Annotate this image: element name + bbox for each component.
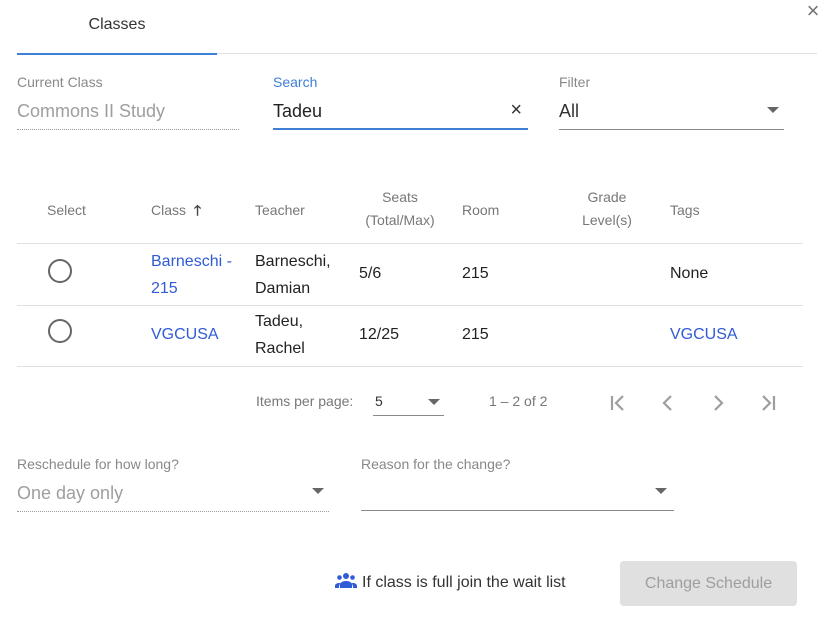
- chevron-down-icon: [312, 488, 324, 494]
- items-per-page-label: Items per page:: [256, 393, 354, 409]
- join-wait-list-label: If class is full join the wait list: [362, 573, 566, 591]
- current-class-label: Current Class: [17, 74, 103, 90]
- tags-cell: None: [670, 265, 709, 282]
- reschedule-duration-value: One day only: [17, 483, 124, 503]
- teacher-line2: Damian: [255, 280, 311, 297]
- search-underline: [273, 128, 528, 130]
- reason-underline: [361, 510, 674, 511]
- header-grade-line2: Level(s): [582, 212, 632, 228]
- filter-select[interactable]: Filter All: [559, 74, 784, 130]
- chevron-down-icon: [428, 399, 440, 405]
- select-radio[interactable]: [48, 259, 72, 283]
- chevron-down-icon: [655, 488, 667, 494]
- reason-label: Reason for the change?: [361, 456, 511, 472]
- table-row: VGCUSA Tadeu, Rachel 12/25 215 VGCUSA: [17, 306, 803, 367]
- teacher-line1: Tadeu,: [255, 313, 304, 330]
- header-class[interactable]: Class 🡑: [151, 200, 201, 220]
- search-field[interactable]: Search Tadeu ×: [273, 74, 528, 130]
- tab-active-indicator: [17, 53, 217, 55]
- search-input[interactable]: Tadeu: [273, 98, 528, 124]
- class-link[interactable]: VGCUSA: [151, 321, 219, 348]
- header-seats-line2: (Total/Max): [365, 212, 435, 228]
- current-class-field: Current Class Commons II Study: [17, 74, 239, 130]
- last-page-icon[interactable]: [753, 388, 783, 418]
- class-link-line2: 215: [151, 280, 178, 297]
- seats-cell: 5/6: [359, 265, 382, 282]
- tab-bar: Classes: [17, 0, 817, 55]
- header-grade: Grade Level(s): [575, 187, 639, 230]
- reason-value: [361, 480, 674, 506]
- header-seats: Seats (Total/Max): [359, 187, 441, 230]
- page-size-value: 5: [375, 393, 383, 409]
- teacher-cell: Barneschi, Damian: [255, 248, 331, 302]
- first-page-icon[interactable]: [603, 388, 633, 418]
- header-class-label: Class: [151, 202, 187, 218]
- reschedule-duration-label: Reschedule for how long?: [17, 456, 179, 472]
- tag-link[interactable]: VGCUSA: [670, 321, 738, 348]
- filter-label: Filter: [559, 74, 591, 90]
- reschedule-duration-underline: [17, 511, 329, 512]
- filter-value: All: [559, 101, 580, 121]
- class-link[interactable]: Barneschi - 215: [151, 248, 232, 302]
- teacher-cell: Tadeu, Rachel: [255, 308, 305, 362]
- class-link-line1: VGCUSA: [151, 326, 219, 343]
- header-tags: Tags: [670, 202, 700, 218]
- current-class-underline: [17, 129, 239, 130]
- class-link-line1: Barneschi -: [151, 253, 232, 270]
- clear-search-icon[interactable]: ×: [510, 99, 522, 122]
- teacher-line1: Barneschi,: [255, 253, 331, 270]
- page-size-select[interactable]: 5: [373, 386, 444, 416]
- header-teacher: Teacher: [255, 202, 305, 218]
- join-wait-list-link[interactable]: If class is full join the wait list: [335, 572, 566, 593]
- chevron-down-icon: [767, 107, 779, 113]
- header-seats-line1: Seats: [382, 189, 418, 205]
- current-class-value: Commons II Study: [17, 101, 166, 121]
- select-radio[interactable]: [48, 319, 72, 343]
- teacher-line2: Rachel: [255, 340, 305, 357]
- search-label: Search: [273, 74, 318, 90]
- header-grade-line1: Grade: [587, 189, 627, 205]
- filter-underline: [559, 129, 784, 130]
- header-select: Select: [47, 202, 86, 218]
- change-schedule-button[interactable]: Change Schedule: [620, 561, 797, 606]
- tab-classes[interactable]: Classes: [17, 0, 217, 55]
- reason-select[interactable]: Reason for the change?: [361, 456, 674, 511]
- room-cell: 215: [462, 326, 489, 343]
- table-row: Barneschi - 215 Barneschi, Damian 5/6 21…: [17, 245, 803, 306]
- tab-classes-label: Classes: [88, 16, 146, 33]
- sort-ascending-icon: 🡑: [193, 202, 202, 218]
- previous-page-icon[interactable]: [653, 388, 683, 418]
- next-page-icon[interactable]: [703, 388, 733, 418]
- reschedule-duration-select[interactable]: Reschedule for how long? One day only: [17, 456, 329, 512]
- seats-cell: 12/25: [359, 326, 400, 343]
- room-cell: 215: [462, 265, 489, 282]
- group-icon: [335, 572, 357, 593]
- header-room: Room: [462, 202, 500, 218]
- page-range: 1 – 2 of 2: [489, 393, 548, 409]
- table-header: Select Class 🡑 Teacher Seats (Total/Max)…: [17, 180, 803, 244]
